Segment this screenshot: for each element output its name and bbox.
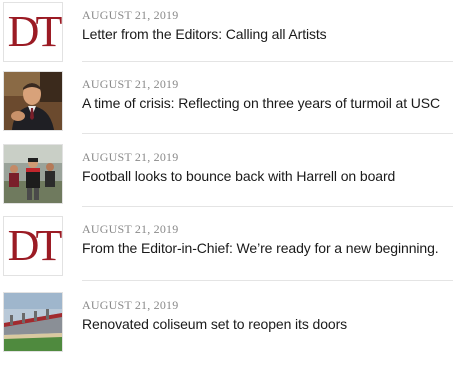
article-date: AUGUST 21, 2019 xyxy=(82,298,179,312)
article-date: AUGUST 21, 2019 xyxy=(82,222,179,236)
divider xyxy=(82,133,453,134)
article-date: AUGUST 21, 2019 xyxy=(82,150,179,164)
football-coach-photo-icon xyxy=(4,145,62,203)
article-date: AUGUST 21, 2019 xyxy=(82,8,179,22)
article-title[interactable]: Renovated coliseum set to reopen its doo… xyxy=(82,316,347,332)
divider xyxy=(82,61,453,62)
article-title[interactable]: From the Editor-in-Chief: We’re ready fo… xyxy=(82,240,439,256)
article-thumbnail[interactable]: DT xyxy=(3,216,63,276)
divider xyxy=(82,280,453,281)
article-thumbnail[interactable] xyxy=(3,292,63,352)
article-title[interactable]: Letter from the Editors: Calling all Art… xyxy=(82,26,327,42)
man-in-suit-photo-icon xyxy=(4,72,62,130)
dt-logo-icon: DT xyxy=(7,7,62,56)
article-thumbnail[interactable] xyxy=(3,71,63,131)
coliseum-photo-icon xyxy=(4,293,62,351)
article-title[interactable]: A time of crisis: Reflecting on three ye… xyxy=(82,95,440,111)
article-thumbnail[interactable]: DT xyxy=(3,2,63,62)
list-item[interactable]: DT AUGUST 21, 2019 Letter from the Edito… xyxy=(0,2,453,76)
list-item[interactable]: AUGUST 21, 2019 Renovated coliseum set t… xyxy=(0,292,453,366)
article-thumbnail[interactable] xyxy=(3,144,63,204)
article-title[interactable]: Football looks to bounce back with Harre… xyxy=(82,168,395,184)
article-date: AUGUST 21, 2019 xyxy=(82,77,179,91)
list-item[interactable]: DT AUGUST 21, 2019 From the Editor-in-Ch… xyxy=(0,216,453,290)
divider xyxy=(82,206,453,207)
dt-logo-icon: DT xyxy=(7,221,62,270)
